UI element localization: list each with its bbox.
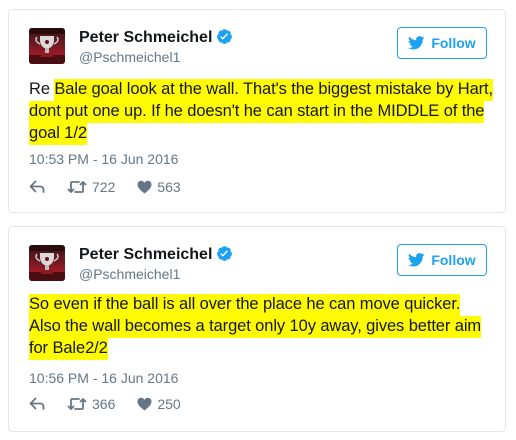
highlighted-text: for Bale2/2 — [29, 338, 108, 360]
tweet-text-line: Also the wall becomes a target only 10y … — [29, 315, 491, 338]
timestamp[interactable]: 10:56 PM - 16 Jun 2016 — [29, 370, 178, 386]
highlighted-text: So even if the ball is all over the plac… — [29, 294, 460, 316]
verified-icon — [217, 29, 233, 44]
follow-label: Follow — [431, 35, 476, 51]
follow-button[interactable]: Follow — [397, 27, 487, 59]
plain-text: Re — [29, 80, 55, 98]
tweet-card: Peter Schmeichel @Pschmeichel1 Follow Re… — [8, 9, 506, 213]
like-button[interactable]: 250 — [137, 396, 181, 412]
reply-icon — [29, 397, 45, 410]
user-handle[interactable]: @Pschmeichel1 — [79, 49, 180, 65]
timestamp[interactable]: 10:53 PM - 16 Jun 2016 — [29, 151, 178, 167]
retweet-count: 366 — [92, 396, 116, 412]
retweet-icon — [67, 181, 87, 193]
like-count: 250 — [157, 396, 181, 412]
twitter-bird-icon — [408, 253, 425, 267]
reply-button[interactable] — [29, 397, 45, 411]
tweet-text-line: dont put one up. If he doesn't he can st… — [29, 100, 491, 123]
highlighted-text: dont put one up. If he doesn't he can st… — [29, 101, 484, 123]
display-name[interactable]: Peter Schmeichel — [79, 28, 233, 47]
retweet-count: 722 — [92, 179, 116, 195]
avatar[interactable] — [29, 245, 65, 281]
tweet-actions: 722 563 — [29, 177, 181, 197]
display-name[interactable]: Peter Schmeichel — [79, 245, 233, 264]
tweet-actions: 366 250 — [29, 394, 181, 414]
like-button[interactable]: 563 — [137, 179, 181, 195]
display-name-text: Peter Schmeichel — [79, 29, 213, 46]
trophy-icon — [29, 28, 65, 64]
highlighted-text: goal 1/2 — [29, 123, 87, 145]
reply-button[interactable] — [29, 180, 45, 194]
heart-icon — [137, 180, 152, 194]
avatar[interactable] — [29, 28, 65, 64]
reply-icon — [29, 180, 45, 193]
tweet-text-line: for Bale2/2 — [29, 337, 491, 360]
tweet-text: Re Bale goal look at the wall. That's th… — [29, 78, 493, 145]
user-handle[interactable]: @Pschmeichel1 — [79, 266, 180, 282]
retweet-button[interactable]: 366 — [67, 396, 115, 412]
tweet-card: Peter Schmeichel @Pschmeichel1 Follow So… — [8, 226, 506, 432]
verified-icon — [217, 246, 233, 261]
follow-label: Follow — [431, 252, 476, 268]
trophy-icon — [29, 245, 65, 281]
display-name-text: Peter Schmeichel — [79, 246, 213, 263]
highlighted-text: Also the wall becomes a target only 10y … — [29, 316, 481, 338]
twitter-bird-icon — [408, 36, 425, 50]
heart-icon — [137, 397, 152, 411]
tweet-text: So even if the ball is all over the plac… — [29, 293, 491, 360]
retweet-icon — [67, 398, 87, 410]
highlighted-text: Bale goal look at the wall. That's the b… — [54, 79, 493, 101]
retweet-button[interactable]: 722 — [67, 179, 115, 195]
tweet-text-line: So even if the ball is all over the plac… — [29, 293, 491, 316]
tweet-text-line: Re Bale goal look at the wall. That's th… — [29, 78, 493, 101]
like-count: 563 — [157, 179, 181, 195]
follow-button[interactable]: Follow — [397, 244, 487, 276]
tweet-text-line: goal 1/2 — [29, 122, 491, 145]
